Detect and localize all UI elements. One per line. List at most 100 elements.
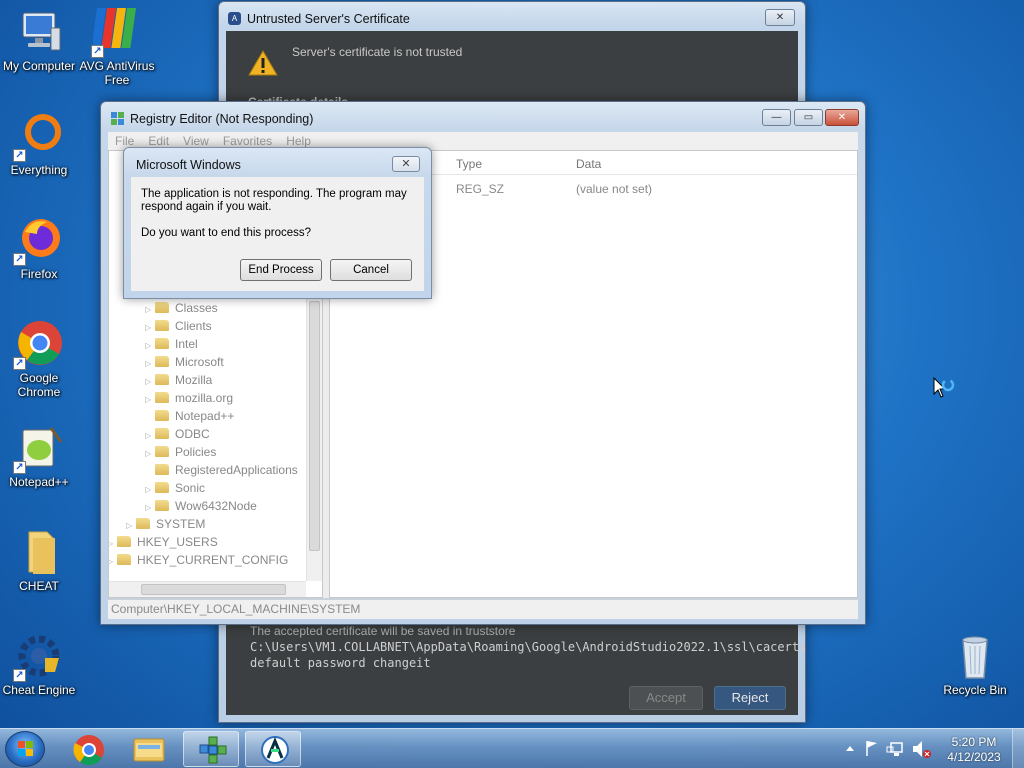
maximize-button[interactable]: ▭ [794, 109, 823, 126]
certificate-message: Server's certificate is not trusted [292, 45, 463, 59]
tree-item-label: HKEY_CURRENT_CONFIG [137, 553, 289, 567]
desktop-icon-recycle-bin[interactable]: Recycle Bin [936, 632, 1014, 697]
tree-horizontal-scrollbar[interactable] [109, 581, 306, 597]
volume-muted-icon [913, 741, 931, 758]
status-bar: Computer\HKEY_LOCAL_MACHINE\SYSTEM [108, 599, 858, 619]
desktop-icon-avg[interactable]: ↗ AVG AntiVirus Free [78, 8, 156, 87]
dialog-message: The application is not responding. The p… [141, 188, 407, 213]
reject-button[interactable]: Reject [714, 686, 786, 710]
chrome-icon: ↗ [13, 320, 63, 370]
action-center-flag-icon [866, 741, 877, 756]
dialog-title: Microsoft Windows [136, 158, 241, 172]
desktop-icon-chrome[interactable]: ↗ Google Chrome [0, 320, 78, 399]
folder-icon [155, 464, 169, 475]
truststore-path: C:\Users\VM1.COLLABNET\AppData\Roaming\G… [250, 640, 807, 654]
column-data[interactable]: Data [576, 157, 601, 171]
taskbar-explorer[interactable] [122, 731, 178, 767]
app-icon: A [228, 12, 241, 25]
minimize-button[interactable]: — [762, 109, 791, 126]
start-button[interactable] [5, 731, 45, 767]
close-button[interactable]: ✕ [765, 9, 795, 26]
regedit-icon [199, 736, 227, 764]
expand-arrow-icon[interactable]: ▷ [109, 553, 117, 571]
folder-icon [155, 428, 169, 439]
window-title: Registry Editor (Not Responding) [130, 112, 314, 126]
end-process-button[interactable]: End Process [240, 259, 322, 281]
taskbar-android-studio[interactable] [245, 731, 301, 767]
folder-icon [133, 738, 165, 762]
folder-icon [155, 356, 169, 367]
tree-item-intel[interactable]: ▷ Intel [145, 335, 198, 353]
scroll-thumb[interactable] [309, 301, 320, 551]
show-desktop-button[interactable] [1012, 729, 1024, 768]
taskbar: 5:20 PM 4/12/2023 [0, 728, 1024, 768]
desktop-icon-everything[interactable]: ↗ Everything [0, 112, 78, 177]
tree-item-label: ODBC [175, 427, 210, 441]
tree-item-odbc[interactable]: ▷ ODBC [145, 425, 210, 443]
desktop-icon-cheat-folder[interactable]: CHEAT [0, 528, 78, 593]
tree-item-label: Classes [175, 301, 218, 315]
tree-item-system[interactable]: ▷ SYSTEM [126, 515, 205, 533]
firefox-icon: ↗ [13, 216, 63, 266]
busy-cursor-icon [933, 376, 959, 406]
dialog-body: The application is not responding. The p… [131, 177, 424, 291]
close-button[interactable]: ✕ [392, 156, 420, 172]
window-title: Untrusted Server's Certificate [247, 12, 410, 26]
windows-logo-icon [18, 741, 33, 756]
folder-icon [136, 518, 150, 529]
shortcut-arrow-icon: ↗ [13, 253, 26, 266]
tree-item-clients[interactable]: ▷ Clients [145, 317, 212, 335]
tree-item-classes[interactable]: ▷ Classes [145, 299, 218, 317]
cheat-engine-icon: ↗ [13, 632, 63, 682]
taskbar-regedit[interactable] [183, 731, 239, 767]
desktop-icon-label: AVG AntiVirus Free [79, 59, 155, 87]
desktop-icon-label: Firefox [20, 267, 58, 281]
close-button[interactable]: ✕ [825, 109, 859, 126]
clock-time: 5:20 PM [951, 735, 997, 749]
desktop-icon-my-computer[interactable]: My Computer [0, 8, 78, 73]
tree-item-microsoft[interactable]: ▷ Microsoft [145, 353, 224, 371]
show-hidden-icons-icon [846, 746, 854, 751]
tree-item-wow6432node[interactable]: ▷ Wow6432Node [145, 497, 257, 515]
computer-icon [15, 8, 63, 56]
tree-item-registeredapplications[interactable]: RegisteredApplications [145, 461, 298, 479]
tree-item-policies[interactable]: ▷ Policies [145, 443, 216, 461]
taskbar-clock[interactable]: 5:20 PM 4/12/2023 [946, 735, 1002, 765]
desktop-icon-label: CHEAT [19, 579, 59, 593]
tree-item-label: HKEY_USERS [137, 535, 218, 549]
warning-icon [248, 49, 278, 80]
tree-item-label: Policies [175, 445, 217, 459]
accept-button[interactable]: Accept [629, 686, 703, 710]
truststore-password: default password changeit [250, 656, 431, 670]
tree-item-hkey-current-config[interactable]: ▷ HKEY_CURRENT_CONFIG [109, 551, 289, 571]
tree-item-mozilla-org[interactable]: ▷ mozilla.org [145, 389, 233, 407]
scroll-thumb[interactable] [141, 584, 286, 595]
tree-item-label: Microsoft [175, 355, 224, 369]
tree-item-sonic[interactable]: ▷ Sonic [145, 479, 205, 497]
taskbar-chrome[interactable] [62, 731, 118, 767]
folder-icon [155, 320, 169, 331]
shortcut-arrow-icon: ↗ [13, 669, 26, 682]
column-type[interactable]: Type [456, 157, 482, 171]
tree-item-hkey-users[interactable]: ▷HKEY_USERS [109, 533, 218, 551]
desktop-icon-notepadpp[interactable]: ↗ Notepad++ [0, 424, 78, 489]
truststore-info: The accepted certificate will be saved i… [250, 623, 806, 671]
value-type: REG_SZ [456, 182, 505, 196]
notepadpp-icon: ↗ [13, 424, 63, 474]
value-data: (value not set) [576, 182, 653, 196]
chrome-icon [73, 735, 104, 766]
folder-icon [117, 536, 131, 547]
tree-item-label: Wow6432Node [175, 499, 257, 513]
not-responding-dialog: Microsoft Windows ✕ The application is n… [123, 147, 432, 299]
tree-item-mozilla[interactable]: ▷ Mozilla [145, 371, 212, 389]
cancel-button[interactable]: Cancel [330, 259, 412, 281]
desktop-icon-label: Everything [10, 163, 68, 177]
desktop-icon-firefox[interactable]: ↗ Firefox [0, 216, 78, 281]
desktop-icon-cheat-engine[interactable]: ↗ Cheat Engine [0, 632, 78, 697]
everything-search-icon: ↗ [13, 112, 63, 162]
shortcut-arrow-icon: ↗ [13, 149, 26, 162]
tree-item-label: Clients [175, 319, 212, 333]
folder-icon [155, 500, 169, 511]
shortcut-arrow-icon: ↗ [13, 461, 26, 474]
tree-item-notepadpp[interactable]: Notepad++ [145, 407, 234, 425]
